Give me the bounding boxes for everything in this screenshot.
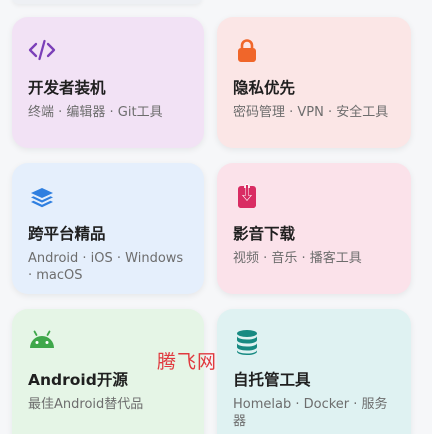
card-description: Homelab · Docker · 服务器 xyxy=(233,397,388,429)
collections-grid: 开发者装机 终端 · 编辑器 · Git工具 隐私优先 密码管理 · VPN ·… xyxy=(0,0,432,434)
card-title: 开发者装机 xyxy=(28,79,106,97)
card-description: 终端 · 编辑器 · Git工具 xyxy=(28,105,163,120)
android-icon xyxy=(28,328,56,356)
card-description: Android · iOS · Windows · macOS xyxy=(28,251,184,283)
card-self-hosted-tools[interactable]: 自托管工具 Homelab · Docker · 服务器 xyxy=(217,309,411,434)
card-title: 自托管工具 xyxy=(233,371,311,389)
previous-card-edge xyxy=(12,0,202,4)
card-media-download[interactable]: 影音下载 视频 · 音乐 · 播客工具 xyxy=(217,163,411,294)
download-icon xyxy=(233,182,261,210)
card-description: 密码管理 · VPN · 安全工具 xyxy=(233,105,389,120)
watermark: 腾飞网 xyxy=(157,351,218,373)
lock-icon xyxy=(233,36,261,64)
card-title: 跨平台精品 xyxy=(28,225,106,243)
card-title: 隐私优先 xyxy=(233,79,296,97)
card-title: 影音下载 xyxy=(233,225,296,243)
card-description: 视频 · 音乐 · 播客工具 xyxy=(233,251,362,266)
code-icon xyxy=(28,36,56,64)
card-privacy-first[interactable]: 隐私优先 密码管理 · VPN · 安全工具 xyxy=(217,17,411,148)
card-developer-setup[interactable]: 开发者装机 终端 · 编辑器 · Git工具 xyxy=(12,17,204,148)
layers-icon xyxy=(28,182,56,210)
card-description: 最佳Android替代品 xyxy=(28,397,144,412)
card-cross-platform[interactable]: 跨平台精品 Android · iOS · Windows · macOS xyxy=(12,163,204,294)
database-icon xyxy=(233,328,261,356)
